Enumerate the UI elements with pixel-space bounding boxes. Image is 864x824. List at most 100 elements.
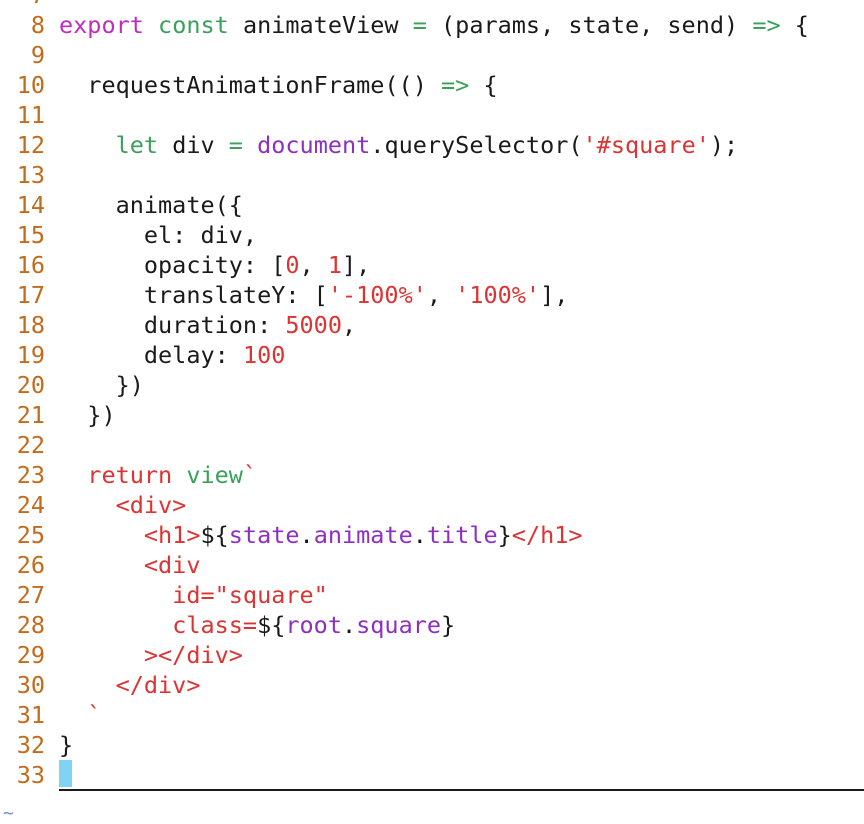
line-number: 32 [16, 731, 45, 759]
code-token: { [780, 11, 809, 39]
code-token: } [497, 521, 512, 549]
code-line[interactable]: 23 return view` [0, 460, 864, 490]
code-text: class=${root.square} [59, 610, 455, 640]
code-line[interactable]: 19 delay: 100 [0, 340, 864, 370]
code-line[interactable]: 25 <h1>${state.animate.title}</h1> [0, 520, 864, 550]
code-line[interactable]: 30 </div> [0, 670, 864, 700]
empty-line-tilde: ~ [3, 803, 14, 824]
code-token: delay: [59, 341, 243, 369]
code-token: duration: [59, 311, 286, 339]
code-token: requestAnimationFrame(() [59, 71, 442, 99]
code-line[interactable]: 32} [0, 730, 864, 760]
code-line[interactable]: 17 translateY: ['-100%', '100%'], [0, 280, 864, 310]
line-number: 24 [16, 491, 45, 519]
code-token: '#square' [582, 131, 710, 159]
code-line[interactable]: 10 requestAnimationFrame(() => { [0, 70, 864, 100]
code-text: duration: 5000, [59, 310, 356, 340]
code-token: => [441, 71, 470, 99]
code-token: 5000 [285, 311, 342, 339]
code-line[interactable]: 13 [0, 160, 864, 190]
code-token: id="square" [172, 581, 328, 609]
code-line[interactable]: 21 }) [0, 400, 864, 430]
code-line[interactable]: 33 [0, 760, 864, 791]
code-token: = [412, 11, 427, 39]
code-line[interactable]: 31 ` [0, 700, 864, 730]
code-editor[interactable]: 78 export const animateView = (params, st… [0, 0, 864, 791]
code-token: </h1> [511, 521, 583, 549]
code-token: root [285, 611, 342, 639]
code-line[interactable]: 7 [0, 0, 864, 10]
code-token: { [469, 71, 498, 99]
code-token: . [299, 521, 314, 549]
code-text: <h1>${state.animate.title}</h1> [59, 520, 583, 550]
code-text: let div = document.querySelector('#squar… [59, 130, 739, 160]
code-token: <div> [115, 491, 187, 519]
code-token: ${ [257, 611, 286, 639]
code-text: }) [59, 400, 115, 430]
code-token: animateView [228, 11, 413, 39]
code-token: } [441, 611, 456, 639]
code-text [59, 760, 72, 790]
code-token: title [426, 521, 498, 549]
code-line[interactable]: 14 animate({ [0, 190, 864, 220]
code-text: </div> [59, 670, 201, 700]
code-token: (params, state, send) [426, 11, 753, 39]
code-line[interactable]: 15 el: div, [0, 220, 864, 250]
code-line[interactable]: 8 export const animateView = (params, sta… [0, 10, 864, 40]
code-line[interactable]: 22 [0, 430, 864, 460]
code-line[interactable]: 9 [0, 40, 864, 70]
cursor-line-underline [59, 789, 864, 791]
line-number: 9 [30, 41, 45, 69]
code-line[interactable]: 29 ></div> [0, 640, 864, 670]
line-number: 10 [16, 71, 45, 99]
code-token: opacity: [ [59, 251, 286, 279]
text-cursor [59, 760, 72, 787]
line-number: 16 [16, 251, 45, 279]
line-number: 31 [16, 701, 45, 729]
code-token: '-100%' [327, 281, 427, 309]
code-token: state [228, 521, 300, 549]
line-number: 8 [30, 11, 45, 39]
code-token: ], [540, 281, 569, 309]
code-token: ></div> [143, 641, 243, 669]
code-token: view [186, 461, 243, 489]
line-number: 11 [16, 101, 45, 129]
code-line[interactable]: 26 <div [0, 550, 864, 580]
code-token: let [115, 131, 159, 159]
line-number: 33 [16, 761, 45, 789]
code-line[interactable]: 27 id="square" [0, 580, 864, 610]
code-token: => [752, 11, 781, 39]
code-line[interactable]: 28 class=${root.square} [0, 610, 864, 640]
code-line[interactable]: 11 [0, 100, 864, 130]
code-line[interactable]: 24 <div> [0, 490, 864, 520]
code-token: = [228, 131, 243, 159]
line-number: 25 [16, 521, 45, 549]
code-token: , [299, 251, 328, 279]
code-text: animate({ [59, 190, 243, 220]
code-text: ` [59, 700, 101, 730]
code-line[interactable]: 20 }) [0, 370, 864, 400]
line-number: 23 [16, 461, 45, 489]
code-token: class= [172, 611, 258, 639]
code-line[interactable]: 18 duration: 5000, [0, 310, 864, 340]
code-token: } [59, 731, 74, 759]
code-line[interactable]: 16 opacity: [0, 1], [0, 250, 864, 280]
code-text: return view` [59, 460, 257, 490]
code-line[interactable]: 12 let div = document.querySelector('#sq… [0, 130, 864, 160]
code-token: div [158, 131, 229, 159]
code-token: translateY: [ [59, 281, 328, 309]
code-token: animate({ [59, 191, 243, 219]
line-number: 22 [16, 431, 45, 459]
code-token: export [59, 11, 144, 39]
code-text: requestAnimationFrame(() => { [59, 70, 498, 100]
code-token: }) [59, 371, 144, 399]
code-token: 1 [327, 251, 342, 279]
